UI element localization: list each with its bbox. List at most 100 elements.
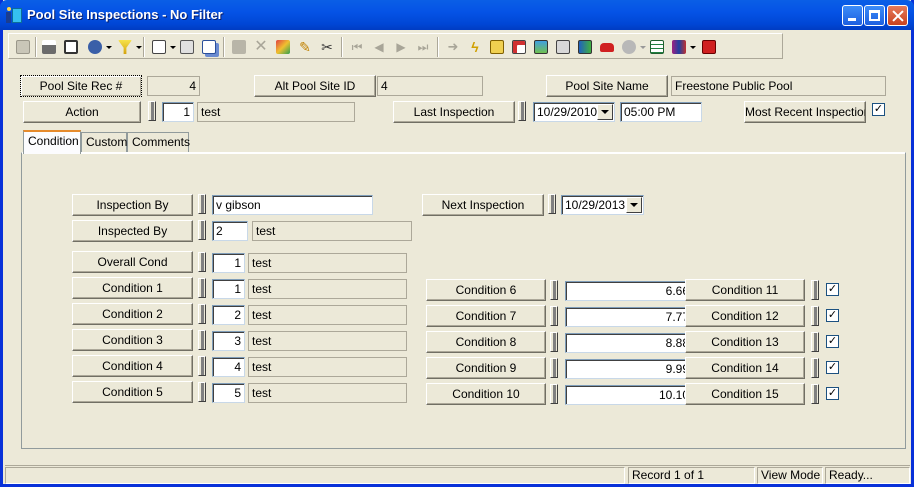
filter-button[interactable] [115,37,142,57]
action-code-field[interactable]: 1 [162,102,194,122]
tab-custom[interactable]: Custom [81,132,127,152]
condition-handle[interactable] [811,306,819,326]
condition-value-field[interactable]: 10.10 [565,385,693,405]
next-inspection-date-combo[interactable]: 10/29/2013 [561,195,644,215]
condition-handle[interactable] [198,330,206,350]
print-button[interactable] [39,37,59,57]
condition-code-field[interactable]: 2 [212,305,245,325]
condition-code-field[interactable]: 4 [212,357,245,377]
chevron-down-icon[interactable] [597,104,613,120]
condition-code-field[interactable]: 5 [212,383,245,403]
exit-button[interactable] [699,37,719,57]
maximize-button[interactable] [864,5,885,26]
condition-button[interactable]: Condition 15 [685,383,805,405]
condition-checkbox[interactable]: ✓ [826,387,839,400]
condition-value-field[interactable]: 7.77 [565,307,693,327]
chevron-down-icon[interactable] [626,197,642,213]
save-button[interactable] [229,37,249,57]
condition-handle[interactable] [550,280,558,300]
condition-code-field[interactable]: 3 [212,331,245,351]
tab-condition[interactable]: Condition [23,130,81,154]
condition-code-field[interactable]: 1 [212,279,245,299]
condition-handle[interactable] [550,384,558,404]
condition-checkbox[interactable]: ✓ [826,283,839,296]
condition-handle[interactable] [811,332,819,352]
copy-record-button[interactable] [199,37,219,57]
condition-button[interactable]: Condition 4 [72,355,193,377]
pool-site-rec-button[interactable]: Pool Site Rec # [20,75,142,97]
condition-button[interactable]: Condition 3 [72,329,193,351]
inspection-by-field[interactable]: v gibson [212,195,373,215]
inspected-by-handle[interactable] [198,220,206,240]
last-inspection-time-field[interactable]: 05:00 PM [620,102,702,122]
most-recent-checkbox[interactable]: ✓ [872,103,885,116]
last-record-button[interactable]: ⏭ [413,37,433,57]
condition-handle[interactable] [198,304,206,324]
last-inspection-date-combo[interactable]: 10/29/2010 [533,102,615,122]
explorer-button[interactable] [487,37,507,57]
minimize-button[interactable] [842,5,863,26]
overall-cond-button[interactable]: Overall Cond [72,251,193,273]
condition-button[interactable]: Condition 11 [685,279,805,301]
spreadsheet-button[interactable] [647,37,667,57]
condition-handle[interactable] [550,306,558,326]
gis-button[interactable] [575,37,595,57]
condition-handle[interactable] [198,382,206,402]
condition-button[interactable]: Condition 8 [426,331,546,353]
previous-record-button[interactable]: ◀ [369,37,389,57]
condition-handle[interactable] [198,278,206,298]
condition-button[interactable]: Condition 10 [426,383,546,405]
overall-cond-code-field[interactable]: 1 [212,253,245,273]
condition-value-field[interactable]: 9.99 [565,359,693,379]
library-button[interactable] [669,37,696,57]
condition-button[interactable]: Condition 1 [72,277,193,299]
condition-handle[interactable] [811,358,819,378]
condition-checkbox[interactable]: ✓ [826,335,839,348]
condition-button[interactable]: Condition 5 [72,381,193,403]
properties-button[interactable] [177,37,197,57]
condition-handle[interactable] [811,280,819,300]
condition-button[interactable]: Condition 13 [685,331,805,353]
attachments-button[interactable] [273,37,293,57]
condition-button[interactable]: Condition 2 [72,303,193,325]
title-bar[interactable]: Pool Site Inspections - No Filter [0,0,914,30]
condition-value-field[interactable]: 6.66 [565,281,693,301]
condition-handle[interactable] [550,358,558,378]
condition-button[interactable]: Condition 12 [685,305,805,327]
delete-button[interactable]: ✕ [251,37,271,57]
condition-checkbox[interactable]: ✓ [826,309,839,322]
pool-site-name-button[interactable]: Pool Site Name [546,75,668,97]
overall-cond-handle[interactable] [198,252,206,272]
inspection-by-button[interactable]: Inspection By [72,194,193,216]
cut-button[interactable]: ✂ [317,37,337,57]
condition-button[interactable]: Condition 9 [426,357,546,379]
goto-button[interactable]: ➜ [443,37,463,57]
tab-comments[interactable]: Comments [127,132,190,152]
alt-pool-site-id-button[interactable]: Alt Pool Site ID [254,75,376,97]
most-recent-inspection-button[interactable]: Most Recent Inspection [744,101,866,123]
calculator-button[interactable] [553,37,573,57]
quick-action-button[interactable]: ϟ [465,37,485,57]
next-record-button[interactable]: ▶ [391,37,411,57]
last-inspection-handle[interactable] [518,101,526,121]
inspected-by-code-field[interactable]: 2 [212,221,248,241]
condition-button[interactable]: Condition 14 [685,357,805,379]
condition-button[interactable]: Condition 6 [426,279,546,301]
search-button[interactable] [619,37,646,57]
next-inspection-button[interactable]: Next Inspection [422,194,544,216]
condition-value-field[interactable]: 8.88 [565,333,693,353]
inspection-by-handle[interactable] [198,194,206,214]
condition-button[interactable]: Condition 7 [426,305,546,327]
condition-checkbox[interactable]: ✓ [826,361,839,374]
print-preview-button[interactable] [61,37,81,57]
report-button[interactable] [149,37,176,57]
new-record-button[interactable] [13,37,33,57]
last-inspection-button[interactable]: Last Inspection [393,101,515,123]
condition-handle[interactable] [811,384,819,404]
edit-button[interactable]: ✎ [295,37,315,57]
action-lookup-handle[interactable] [148,101,156,121]
action-button[interactable]: Action [23,101,141,123]
vehicle-button[interactable] [597,37,617,57]
first-record-button[interactable]: ⏮ [347,37,367,57]
condition-handle[interactable] [198,356,206,376]
